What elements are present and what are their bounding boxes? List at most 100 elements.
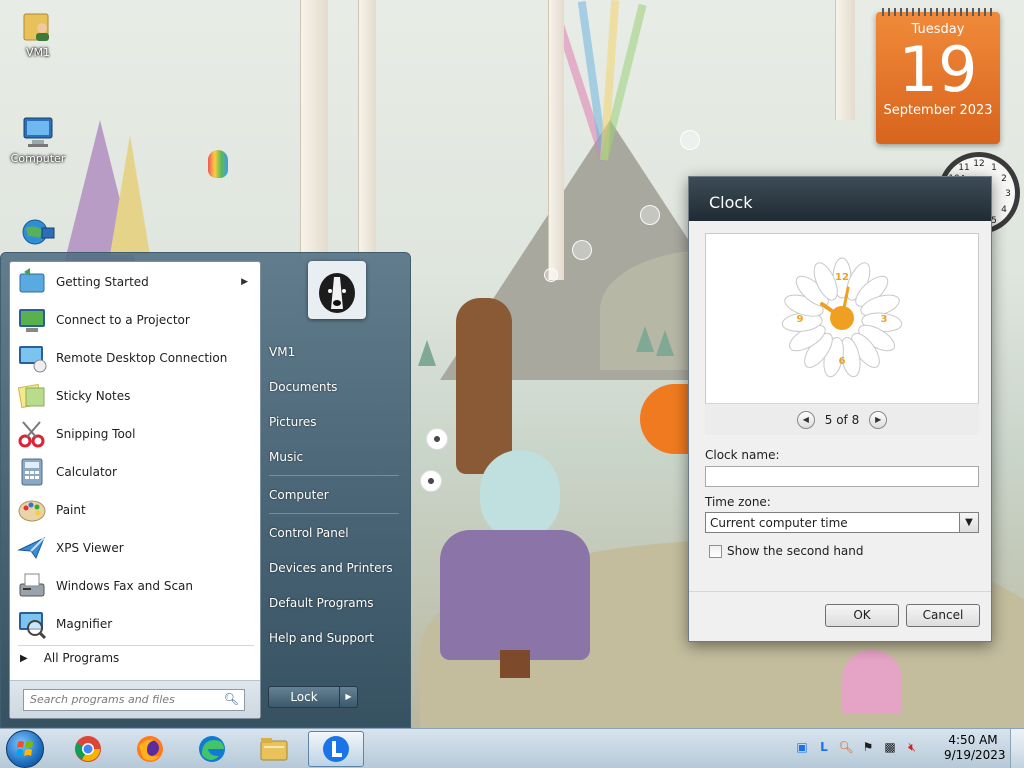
tray-volume-muted-icon[interactable]: 🔇︎ <box>904 739 920 755</box>
desktop-icon-computer[interactable]: Computer <box>6 114 70 165</box>
clock-name-input[interactable] <box>705 466 979 487</box>
second-hand-option[interactable]: Show the second hand <box>709 544 864 558</box>
taskbar-time: 4:50 AM <box>948 733 998 747</box>
program-label: Snipping Tool <box>56 427 136 441</box>
program-fax-scan[interactable]: Windows Fax and Scan <box>12 568 258 604</box>
wallpaper-tree <box>656 330 674 356</box>
all-programs-button[interactable]: ▶ All Programs <box>20 651 119 665</box>
program-xps-viewer[interactable]: XPS Viewer <box>12 530 258 566</box>
clock-style-pager: ◀ 5 of 8 ▶ <box>705 403 979 435</box>
desktop-icon-label: Computer <box>10 152 66 165</box>
taskbar-clock[interactable]: 4:50 AM 9/19/2023 <box>944 733 1006 763</box>
tray-flag-icon[interactable]: ⚑ <box>860 739 876 755</box>
program-snipping-tool[interactable]: Snipping Tool <box>12 416 258 452</box>
taskbar-app-l[interactable] <box>308 731 364 767</box>
places-music[interactable]: Music <box>269 450 303 464</box>
tray-network-icon[interactable]: ▩ <box>882 739 898 755</box>
svg-text:12: 12 <box>973 159 984 169</box>
svg-text:4: 4 <box>1001 205 1007 215</box>
svg-text:6: 6 <box>839 356 846 367</box>
show-desktop-button[interactable] <box>1010 729 1024 768</box>
svg-text:3: 3 <box>1005 189 1011 199</box>
places-devices-printers[interactable]: Devices and Printers <box>269 561 393 575</box>
app-l-icon <box>323 736 349 762</box>
places-pictures[interactable]: Pictures <box>269 415 317 429</box>
desktop-icon-label: VM1 <box>25 46 50 59</box>
program-label: Remote Desktop Connection <box>56 351 228 365</box>
taskbar-chrome[interactable] <box>60 731 116 767</box>
search-icon[interactable]: 🔍︎ <box>224 692 239 706</box>
time-zone-label: Time zone: <box>705 495 771 509</box>
tray-chat-icon[interactable]: ▣ <box>794 739 810 755</box>
pager-text: 5 of 8 <box>824 412 860 427</box>
places-control-panel[interactable]: Control Panel <box>269 526 349 540</box>
system-tray: ▣ L 🔍︎ ⚑ ▩ 🔇︎ <box>794 739 920 755</box>
places-documents[interactable]: Documents <box>269 380 337 394</box>
places-default-programs[interactable]: Default Programs <box>269 596 374 610</box>
chrome-icon <box>75 736 101 762</box>
start-menu-programs-pane: Getting Started ▶ Connect to a Projector… <box>9 261 261 719</box>
remote-desktop-icon <box>16 342 48 374</box>
desktop-icon-vm1[interactable]: VM1 <box>6 8 70 59</box>
places-help-support[interactable]: Help and Support <box>269 631 374 645</box>
calendar-gadget[interactable]: Tuesday 19 September 2023 <box>876 8 1000 144</box>
wallpaper-bear <box>456 298 512 474</box>
calculator-icon <box>16 456 48 488</box>
power-options-arrow-icon[interactable]: ▶ <box>340 686 358 708</box>
xps-viewer-icon <box>16 532 48 564</box>
svg-text:12: 12 <box>835 272 849 283</box>
second-hand-checkbox[interactable] <box>709 544 722 558</box>
wallpaper-tree-trunk <box>835 0 855 120</box>
time-zone-value: Current computer time <box>710 516 848 530</box>
program-label: Windows Fax and Scan <box>56 579 194 593</box>
places-computer[interactable]: Computer <box>269 488 329 502</box>
wallpaper-tree <box>418 340 436 366</box>
program-paint[interactable]: Paint <box>12 492 258 528</box>
daisy-clock-preview-icon: 12 3 6 9 <box>781 257 903 378</box>
program-connect-projector[interactable]: Connect to a Projector <box>12 302 258 338</box>
wallpaper-umbrella <box>640 384 690 454</box>
wallpaper-mouse <box>440 450 590 680</box>
program-getting-started[interactable]: Getting Started ▶ <box>12 264 258 300</box>
lock-button[interactable]: Lock <box>268 686 340 708</box>
taskbar-firefox[interactable] <box>122 731 178 767</box>
svg-text:3: 3 <box>881 314 888 325</box>
desktop-icon-network[interactable] <box>6 214 70 252</box>
calendar-month-year: September 2023 <box>883 103 993 118</box>
program-label: XPS Viewer <box>56 541 124 555</box>
places-divider <box>269 513 399 514</box>
wallpaper-bubble <box>640 205 660 225</box>
taskbar-file-explorer[interactable] <box>246 731 302 767</box>
scissors-icon <box>16 418 48 450</box>
edge-icon <box>199 736 225 762</box>
program-magnifier[interactable]: Magnifier <box>12 606 258 642</box>
program-calculator[interactable]: Calculator <box>12 454 258 490</box>
network-globe-icon <box>20 214 56 250</box>
programs-divider <box>18 645 254 646</box>
cancel-button[interactable]: Cancel <box>906 604 980 627</box>
next-clock-button[interactable]: ▶ <box>869 410 888 429</box>
start-button[interactable] <box>6 730 44 768</box>
time-zone-select[interactable]: Current computer time ▼ <box>705 512 979 533</box>
wallpaper-bubble <box>544 268 558 282</box>
user-avatar[interactable] <box>308 261 366 319</box>
taskbar-edge[interactable] <box>184 731 240 767</box>
taskbar-date: 9/19/2023 <box>944 748 1006 762</box>
program-sticky-notes[interactable]: Sticky Notes <box>12 378 258 414</box>
search-input[interactable]: Search programs and files 🔍︎ <box>23 689 245 711</box>
getting-started-icon <box>16 266 48 298</box>
wallpaper-tree <box>636 326 654 352</box>
tray-app-l-icon[interactable]: L <box>816 739 832 755</box>
program-remote-desktop[interactable]: Remote Desktop Connection <box>12 340 258 376</box>
places-divider <box>269 475 399 476</box>
tray-search-icon[interactable]: 🔍︎ <box>838 739 854 755</box>
previous-clock-button[interactable]: ◀ <box>796 410 815 429</box>
wallpaper-balloon <box>208 150 228 178</box>
dialog-divider <box>689 591 991 592</box>
places-user[interactable]: VM1 <box>269 345 295 359</box>
chevron-down-icon[interactable]: ▼ <box>959 513 978 532</box>
second-hand-label: Show the second hand <box>727 544 864 558</box>
file-explorer-icon <box>260 738 288 761</box>
ok-button[interactable]: OK <box>825 604 899 627</box>
start-menu-places-pane: VM1 Documents Pictures Music Computer Co… <box>263 261 408 719</box>
